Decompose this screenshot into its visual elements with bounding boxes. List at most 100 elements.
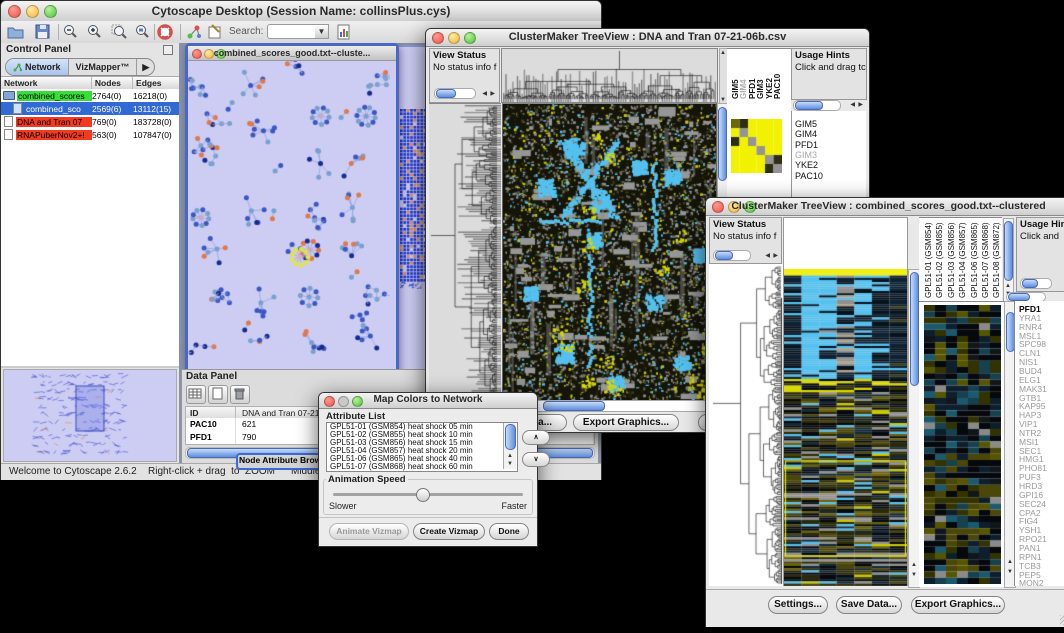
scroll-left-icon[interactable]: ◀: [765, 253, 770, 259]
scroll-down-icon[interactable]: ▼: [911, 572, 917, 578]
delete-attribute-icon[interactable]: [230, 385, 250, 404]
search-input[interactable]: [267, 24, 317, 39]
zoom-out-icon[interactable]: [61, 23, 81, 41]
done-button[interactable]: Done: [489, 523, 529, 540]
scroll-down-icon[interactable]: ▼: [1007, 569, 1013, 575]
column-label: GPL51-02 (GSM855): [935, 218, 944, 298]
annotation-icon[interactable]: [206, 23, 226, 41]
scrollbar-thumb[interactable]: [718, 107, 727, 181]
column-label: GPL51-07 (GSM868): [981, 218, 990, 298]
gene-label[interactable]: YKE2: [795, 160, 818, 170]
scrollbar-thumb[interactable]: [1004, 221, 1013, 281]
speed-slider-thumb[interactable]: [416, 488, 430, 502]
mini-scrollbar[interactable]: [713, 250, 751, 261]
edge-count: 13112(15): [133, 104, 179, 114]
tab-network[interactable]: Network: [6, 59, 69, 75]
faster-label: Faster: [501, 501, 527, 511]
new-attribute-icon[interactable]: [208, 385, 228, 404]
node-count: 2569(6): [92, 104, 133, 114]
panel-splitter[interactable]: [1, 366, 179, 368]
label-vscrollbar[interactable]: ▲ ▼: [1003, 218, 1014, 302]
network-table-row[interactable]: DNA and Tran 07769(0)183728(0): [1, 115, 179, 128]
zoom-selected-icon[interactable]: [110, 23, 130, 41]
help-lifering-icon[interactable]: [156, 23, 176, 41]
row-dendrogram[interactable]: [709, 264, 783, 586]
create-vizmap-button[interactable]: Create Vizmap: [413, 523, 485, 540]
tab-overflow-arrow[interactable]: ▶: [137, 59, 154, 75]
network-view-canvas[interactable]: [188, 61, 390, 372]
animate-vizmap-button[interactable]: Animate Vizmap: [329, 523, 409, 540]
mini-scrollbar[interactable]: [434, 88, 476, 99]
column-label: GPL51-06 (GSM865): [970, 218, 979, 298]
mini-scrollbar[interactable]: [1020, 278, 1052, 289]
view-status-panel: View Status No status info f ◀ ▶: [429, 48, 500, 103]
scroll-right-icon[interactable]: ▶: [490, 91, 495, 97]
network-table-row[interactable]: RNAPuberNov2+!563(0)107847(0): [1, 128, 179, 141]
button-save-data-[interactable]: Save Data...: [836, 596, 902, 614]
global-heatmap[interactable]: [502, 103, 717, 401]
scroll-right-icon[interactable]: ▶: [773, 253, 778, 259]
network-name: combined_scores: [17, 91, 92, 101]
network-name: combined_sco: [25, 104, 92, 114]
search-dropdown-button[interactable]: ▼: [315, 24, 329, 39]
attribute-list-item[interactable]: GPL51-07 (GSM868) heat shock 60 min: [327, 463, 517, 471]
gene-label[interactable]: GIM3: [795, 150, 817, 160]
scroll-up-icon[interactable]: ▲: [1007, 559, 1013, 565]
treeview1-title: ClusterMaker TreeView : DNA and Tran 07-…: [426, 31, 869, 43]
button-settings-[interactable]: Settings...: [768, 596, 828, 614]
network-nodes-icon[interactable]: [185, 23, 205, 41]
report-icon[interactable]: [334, 23, 354, 41]
save-icon[interactable]: [33, 23, 53, 41]
zoom-in-icon[interactable]: [85, 23, 105, 41]
scrollbar-thumb[interactable]: [910, 272, 919, 386]
attribute-listbox[interactable]: GPL51-01 (GSM854) heat shock 05 minGPL51…: [326, 422, 518, 472]
scroll-down-icon[interactable]: ▼: [507, 461, 513, 467]
move-up-button[interactable]: ∧: [522, 430, 550, 445]
gene-label[interactable]: MON2: [1019, 579, 1044, 586]
column-dendrogram[interactable]: [501, 48, 718, 103]
treeview1-titlebar[interactable]: ClusterMaker TreeView : DNA and Tran 07-…: [426, 29, 869, 47]
list-vscrollbar[interactable]: ▲ ▼: [503, 423, 516, 469]
edge-count: 16218(0): [133, 91, 179, 101]
network-window-titlebar[interactable]: combined_scores_good.txt--cluste...: [188, 46, 396, 61]
button-export-graphics-[interactable]: Export Graphics...: [573, 414, 679, 431]
toolbar-separator: [154, 24, 155, 40]
treeview2-window: ClusterMaker TreeView : combined_scores_…: [705, 197, 1064, 627]
global-heatmap[interactable]: [783, 269, 908, 586]
birdseye-overview[interactable]: [3, 369, 177, 462]
treeview2-titlebar[interactable]: ClusterMaker TreeView : combined_scores_…: [706, 198, 1064, 216]
grid-network-view[interactable]: [400, 109, 427, 289]
dialog-titlebar[interactable]: Map Colors to Network: [319, 393, 537, 409]
row-dendrogram[interactable]: [429, 103, 501, 400]
attribute-table-icon[interactable]: [186, 385, 206, 404]
network-table-row[interactable]: combined_sco2569(6)13112(15): [1, 102, 179, 115]
resize-grip[interactable]: [1060, 615, 1064, 625]
button-export-graphics-[interactable]: Export Graphics...: [911, 596, 1005, 614]
mini-scrollbar[interactable]: [793, 100, 841, 111]
tab-vizmapper[interactable]: VizMapper™: [69, 59, 138, 75]
control-panel-title: Control Panel: [1, 43, 179, 55]
scroll-up-icon[interactable]: ▲: [1005, 283, 1011, 289]
gene-label[interactable]: GIM4: [795, 129, 817, 139]
scroll-up-icon[interactable]: ▲: [507, 453, 513, 459]
node-count: 769(0): [92, 117, 133, 127]
move-down-button[interactable]: ∨: [522, 452, 550, 467]
float-panel-icon[interactable]: [163, 45, 173, 55]
main-titlebar[interactable]: Cytoscape Desktop (Session Name: collins…: [1, 1, 601, 22]
scroll-left-icon[interactable]: ◀: [482, 91, 487, 97]
scroll-up-icon[interactable]: ▲: [911, 562, 917, 568]
scrollbar-thumb[interactable]: [543, 401, 605, 411]
scroll-right-icon[interactable]: ▶: [858, 102, 863, 108]
scrollbar-thumb[interactable]: [505, 424, 516, 450]
open-file-icon[interactable]: [6, 23, 26, 41]
desktop: Cytoscape Desktop (Session Name: collins…: [0, 0, 1064, 633]
gene-label[interactable]: PAC10: [795, 171, 823, 181]
column-tree-area: [783, 217, 908, 270]
zoom-heatmap[interactable]: [731, 119, 782, 173]
gene-label[interactable]: GIM5: [795, 119, 817, 129]
zoom-fit-icon[interactable]: [133, 23, 153, 41]
zoom-heatmap[interactable]: [924, 305, 1001, 584]
gene-label[interactable]: PFD1: [795, 140, 818, 150]
scroll-left-icon[interactable]: ◀: [850, 102, 855, 108]
network-table-row[interactable]: combined_scores2764(0)16218(0): [1, 89, 179, 102]
